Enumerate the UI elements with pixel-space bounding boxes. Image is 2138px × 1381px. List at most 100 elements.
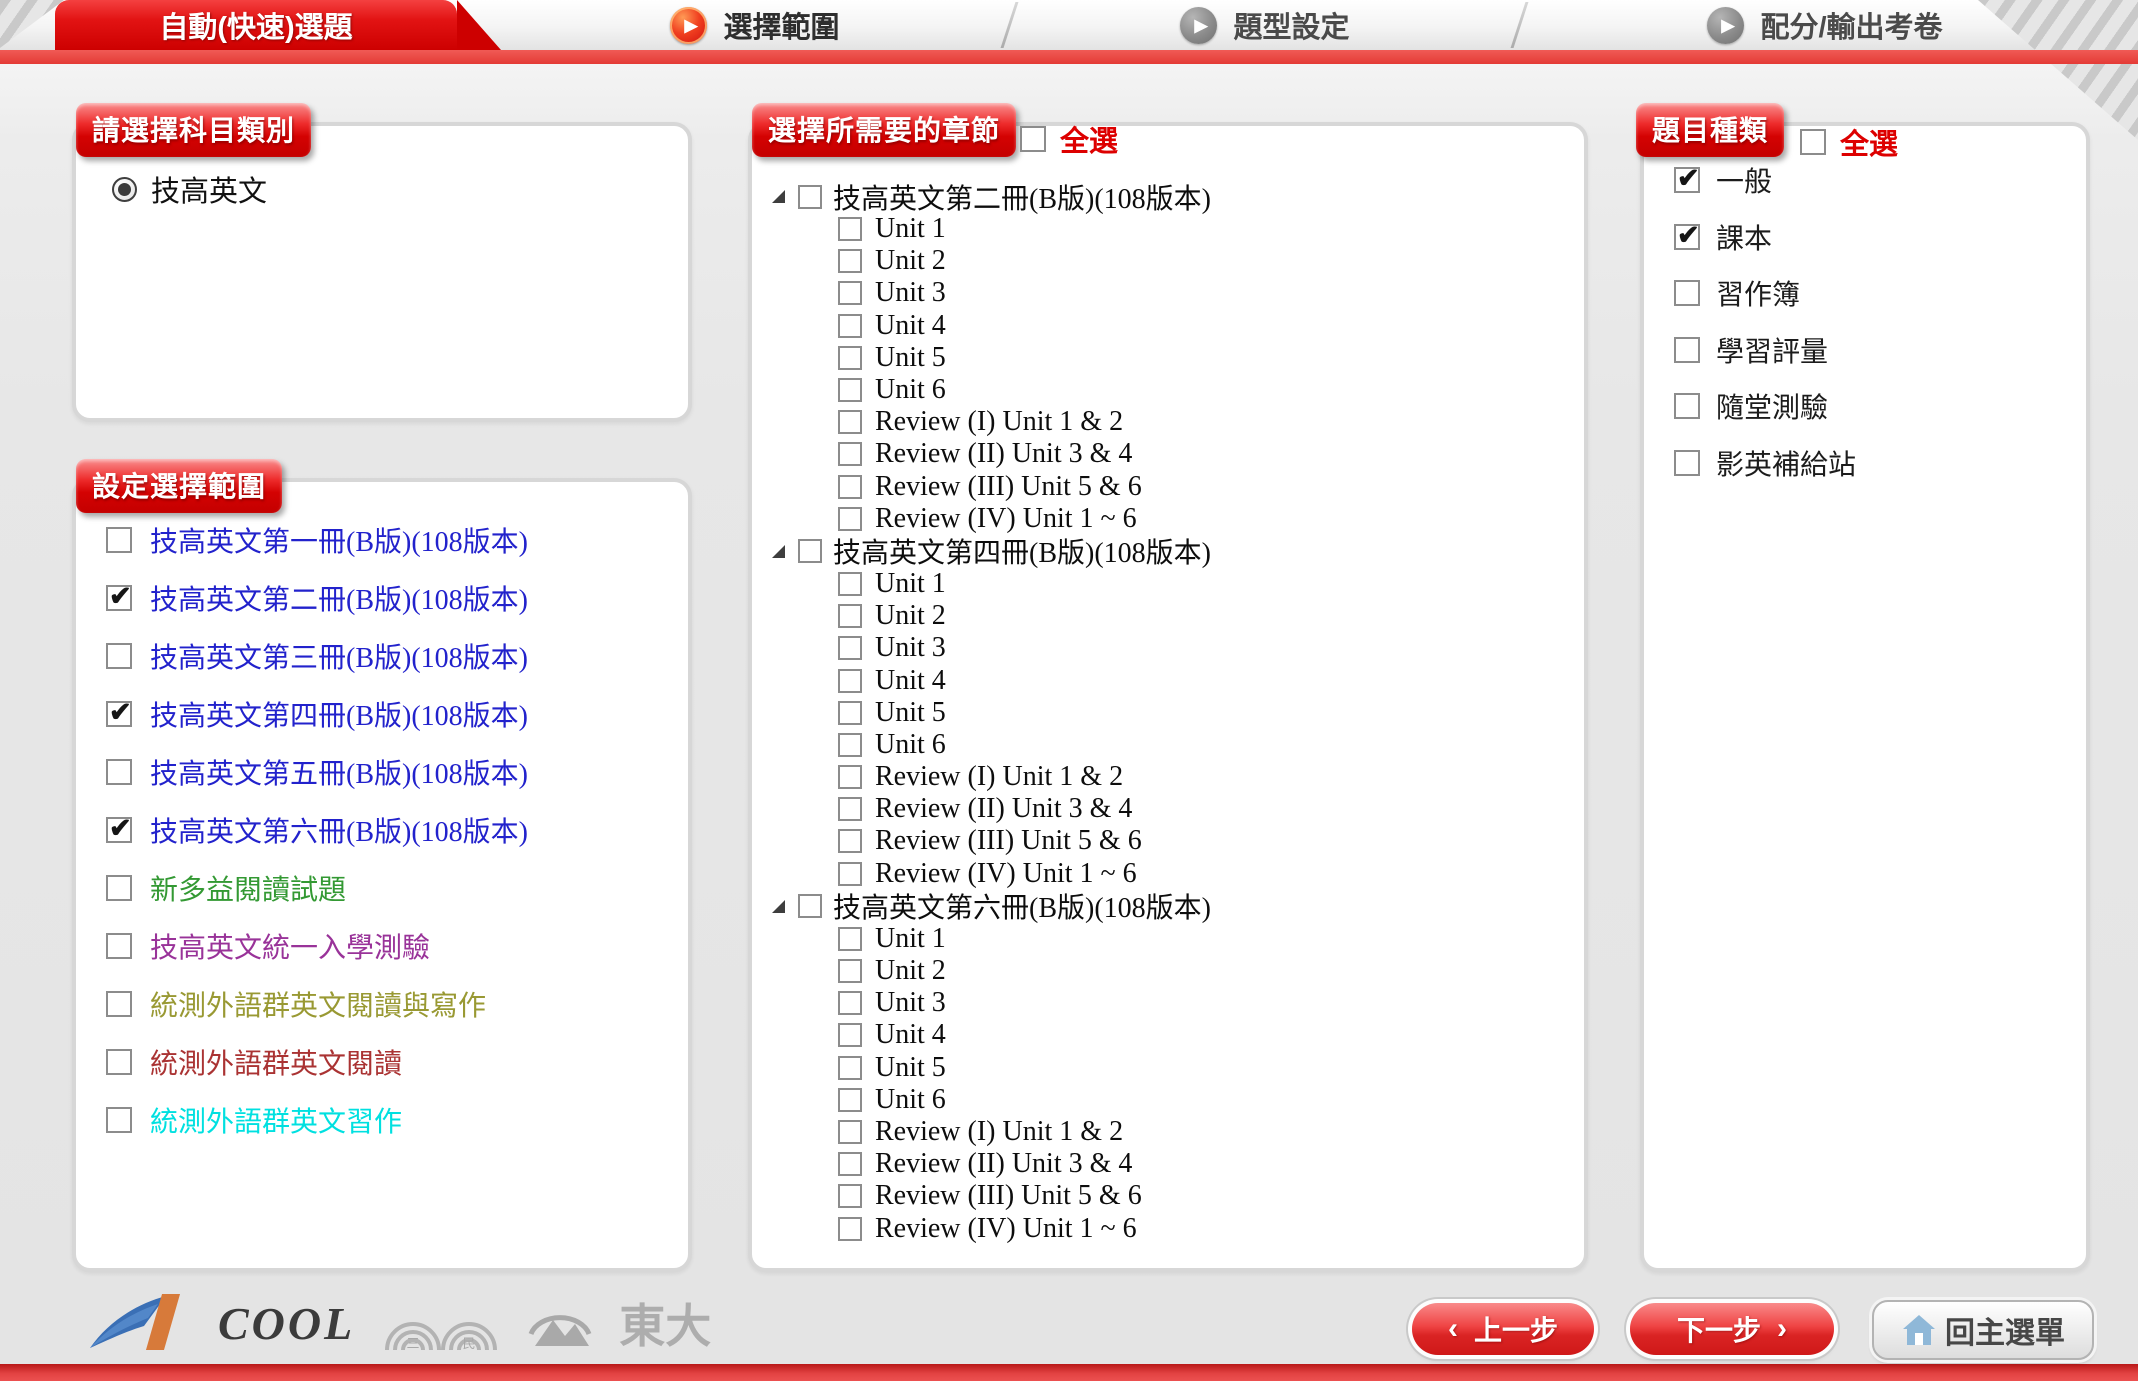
checkbox[interactable] (106, 527, 132, 553)
tree-expander-icon[interactable] (772, 544, 787, 559)
checkbox[interactable] (838, 572, 862, 596)
tree-child-label[interactable]: Review (IV) Unit 1 ~ 6 (875, 1213, 1137, 1245)
range-item-label[interactable]: 新多益閱讀試題 (150, 868, 346, 908)
tree-child-label[interactable]: Unit 1 (875, 923, 946, 955)
type-item-label[interactable]: 課本 (1716, 217, 1772, 257)
radio-button[interactable] (112, 177, 137, 202)
tree-child-label[interactable]: Unit 5 (875, 697, 946, 729)
checkbox[interactable] (838, 829, 862, 853)
range-item-label[interactable]: 技高英文第四冊(B版)(108版本) (150, 694, 528, 734)
checkbox[interactable] (1674, 393, 1700, 419)
type-item-label[interactable]: 隨堂測驗 (1716, 386, 1828, 426)
select-all-checkbox[interactable] (1800, 129, 1826, 155)
checkbox[interactable] (106, 933, 132, 959)
tree-child-label[interactable]: Unit 2 (875, 600, 946, 632)
tree-child-label[interactable]: Unit 6 (875, 729, 946, 761)
tree-child-label[interactable]: Review (III) Unit 5 & 6 (875, 825, 1142, 857)
checkbox[interactable] (106, 701, 132, 727)
tree-book-label[interactable]: 技高英文第四冊(B版)(108版本) (833, 531, 1211, 571)
tab-scoring-output[interactable]: 配分/輸出考卷 (1560, 0, 2090, 50)
checkbox[interactable] (838, 636, 862, 660)
checkbox[interactable] (798, 894, 822, 918)
type-item-label[interactable]: 習作簿 (1716, 273, 1800, 313)
tab-question-type-setting[interactable]: 題型設定 (1030, 0, 1500, 50)
range-item-label[interactable]: 技高英文第五冊(B版)(108版本) (150, 752, 528, 792)
checkbox[interactable] (798, 539, 822, 563)
checkbox[interactable] (838, 959, 862, 983)
checkbox[interactable] (838, 1056, 862, 1080)
type-item-label[interactable]: 一般 (1716, 160, 1772, 200)
checkbox[interactable] (838, 1023, 862, 1047)
checkbox[interactable] (838, 217, 862, 241)
tree-book-label[interactable]: 技高英文第二冊(B版)(108版本) (833, 177, 1211, 217)
checkbox[interactable] (838, 249, 862, 273)
checkbox[interactable] (106, 991, 132, 1017)
type-item-label[interactable]: 學習評量 (1716, 330, 1828, 370)
range-item-label[interactable]: 技高英文統一入學測驗 (150, 926, 430, 966)
tree-child-label[interactable]: Unit 5 (875, 1052, 946, 1084)
tree-child-label[interactable]: Review (II) Unit 3 & 4 (875, 438, 1132, 470)
tab-auto-quick-select[interactable]: 自動(快速)選題 (55, 0, 457, 50)
range-item-label[interactable]: 統測外語群英文習作 (150, 1100, 402, 1140)
tree-child-label[interactable]: Review (II) Unit 3 & 4 (875, 793, 1132, 825)
tree-child-label[interactable]: Unit 3 (875, 632, 946, 664)
tree-child-label[interactable]: Unit 2 (875, 955, 946, 987)
checkbox[interactable] (838, 991, 862, 1015)
checkbox[interactable] (106, 817, 132, 843)
tree-child-label[interactable]: Unit 4 (875, 665, 946, 697)
checkbox[interactable] (1674, 337, 1700, 363)
checkbox[interactable] (838, 1120, 862, 1144)
tree-child-label[interactable]: Unit 2 (875, 245, 946, 277)
tree-child-label[interactable]: Unit 3 (875, 277, 946, 309)
checkbox[interactable] (838, 1184, 862, 1208)
checkbox[interactable] (838, 701, 862, 725)
checkbox[interactable] (838, 475, 862, 499)
select-all-label[interactable]: 全選 (1060, 118, 1118, 160)
range-item-label[interactable]: 統測外語群英文閱讀 (150, 1042, 402, 1082)
checkbox[interactable] (838, 733, 862, 757)
tree-expander-icon[interactable] (772, 899, 787, 914)
checkbox[interactable] (838, 1152, 862, 1176)
range-item-label[interactable]: 技高英文第三冊(B版)(108版本) (150, 636, 528, 676)
select-all-label[interactable]: 全選 (1840, 121, 1898, 163)
type-item-label[interactable]: 影英補給站 (1716, 443, 1856, 483)
tree-child-label[interactable]: Review (III) Unit 5 & 6 (875, 471, 1142, 503)
checkbox[interactable] (838, 507, 862, 531)
tree-expander-icon[interactable] (772, 189, 787, 204)
checkbox[interactable] (838, 765, 862, 789)
tree-child-label[interactable]: Unit 4 (875, 310, 946, 342)
tree-child-label[interactable]: Unit 4 (875, 1019, 946, 1051)
tree-child-label[interactable]: Review (IV) Unit 1 ~ 6 (875, 503, 1137, 535)
checkbox[interactable] (838, 442, 862, 466)
checkbox[interactable] (106, 759, 132, 785)
checkbox[interactable] (838, 669, 862, 693)
tree-child-label[interactable]: Unit 1 (875, 568, 946, 600)
subject-option-label[interactable]: 技高英文 (151, 168, 267, 210)
range-item-label[interactable]: 統測外語群英文閱讀與寫作 (150, 984, 486, 1024)
tree-child-label[interactable]: Review (IV) Unit 1 ~ 6 (875, 858, 1137, 890)
tree-child-label[interactable]: Unit 1 (875, 213, 946, 245)
home-menu-button[interactable]: 回主選單 (1872, 1300, 2094, 1360)
select-all-checkbox[interactable] (1020, 126, 1046, 152)
next-step-button[interactable]: 下一步 › (1630, 1303, 1834, 1355)
checkbox[interactable] (1674, 280, 1700, 306)
checkbox[interactable] (106, 875, 132, 901)
tree-child-label[interactable]: Review (I) Unit 1 & 2 (875, 406, 1123, 438)
checkbox[interactable] (838, 281, 862, 305)
checkbox[interactable] (106, 1049, 132, 1075)
checkbox[interactable] (798, 185, 822, 209)
checkbox[interactable] (838, 927, 862, 951)
tab-select-range[interactable]: 選擇範圍 (520, 0, 990, 50)
checkbox[interactable] (838, 604, 862, 628)
checkbox[interactable] (1674, 224, 1700, 250)
checkbox[interactable] (838, 346, 862, 370)
range-item-label[interactable]: 技高英文第六冊(B版)(108版本) (150, 810, 528, 850)
checkbox[interactable] (838, 410, 862, 434)
checkbox[interactable] (106, 643, 132, 669)
checkbox[interactable] (838, 1088, 862, 1112)
checkbox[interactable] (838, 797, 862, 821)
tree-child-label[interactable]: Review (III) Unit 5 & 6 (875, 1180, 1142, 1212)
checkbox[interactable] (838, 1217, 862, 1241)
prev-step-button[interactable]: ‹ 上一步 (1412, 1303, 1594, 1355)
checkbox[interactable] (1674, 450, 1700, 476)
